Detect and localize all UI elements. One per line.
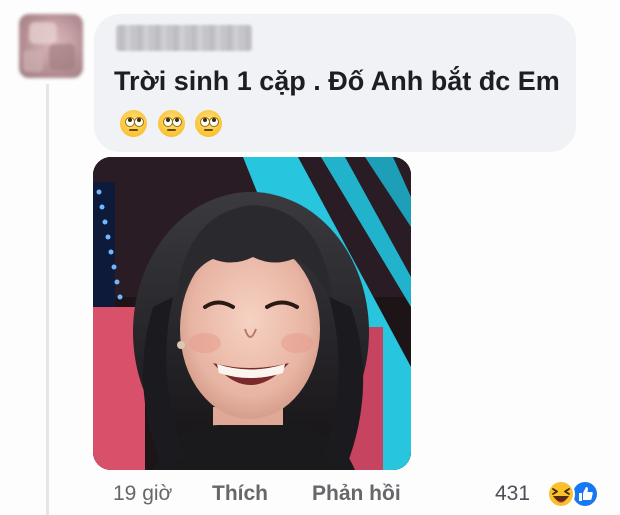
reaction-icons[interactable] [543,480,605,508]
rolling-eyes-emoji-icon [120,110,147,138]
comment-text: Trời sinh 1 cặp . Đố Anh bắt đc Em [114,66,560,96]
emoji-group [120,104,225,146]
haha-icon [547,480,575,508]
comment-timestamp[interactable]: 19 giờ [113,482,172,506]
comment-photo-attachment[interactable] [93,157,411,470]
reply-button[interactable]: Phản hồi [312,482,401,506]
author-name-redacted[interactable] [116,25,252,51]
like-button[interactable]: Thích [212,482,268,506]
photo-image [93,157,411,470]
reply-thread-line [46,84,49,515]
avatar[interactable] [19,14,83,78]
comment-actions-bar: 19 giờ Thích Phản hồi 431 [0,480,620,510]
comment-screenshot: Trời sinh 1 cặp . Đố Anh bắt đc Em 19 gi… [0,0,620,515]
rolling-eyes-emoji-icon [195,110,223,138]
like-icon [571,480,599,508]
comment-text-block: Trời sinh 1 cặp . Đố Anh bắt đc Em [114,60,564,146]
rolling-eyes-emoji-icon [157,110,185,138]
reaction-count[interactable]: 431 [495,482,530,506]
